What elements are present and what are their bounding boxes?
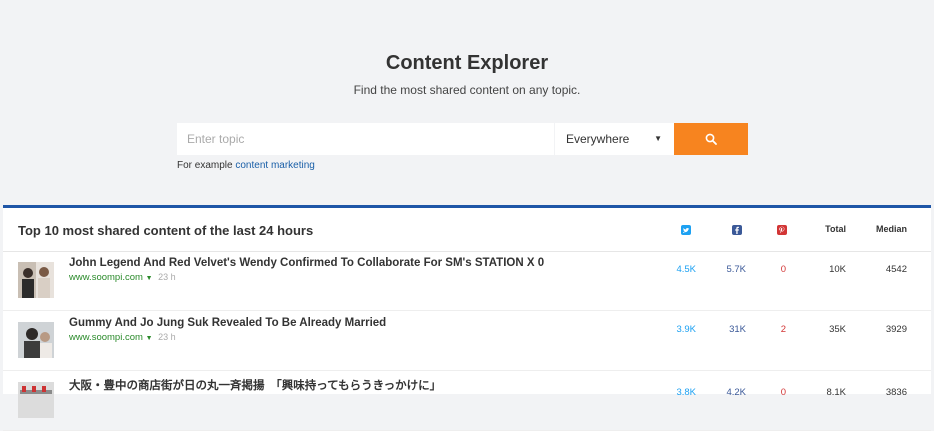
- facebook-shares[interactable]: 4.2K: [726, 387, 746, 398]
- total-shares: 8.1K: [826, 387, 846, 398]
- twitter-shares[interactable]: 4.5K: [676, 264, 696, 275]
- article-domain[interactable]: www.soompi.com: [69, 272, 143, 283]
- pinterest-shares[interactable]: 2: [781, 324, 786, 335]
- facebook-shares[interactable]: 31K: [729, 324, 746, 335]
- top-content-panel: Top 10 most shared content of the last 2…: [3, 205, 931, 431]
- facebook-shares[interactable]: 5.7K: [726, 264, 746, 275]
- article-meta: www.soompi.com ▼ 23 h: [69, 272, 176, 283]
- pinterest-shares[interactable]: 0: [781, 387, 786, 398]
- page-title: Content Explorer: [385, 52, 549, 74]
- total-shares: 35K: [829, 324, 846, 335]
- article-age: 23 h: [158, 272, 176, 282]
- article-thumbnail[interactable]: [18, 382, 54, 418]
- content-row: 大阪・豊中の商店街が日の丸一斉掲揚 「興味持ってもらうきっかけに」 3.8K 4…: [3, 371, 931, 431]
- caret-down-icon: ▼: [654, 134, 662, 143]
- pinterest-icon[interactable]: [777, 225, 787, 235]
- scope-select[interactable]: Everywhere ▼: [555, 123, 674, 155]
- panel-title: Top 10 most shared content of the last 2…: [18, 223, 314, 238]
- article-title[interactable]: Gummy And Jo Jung Suk Revealed To Be Alr…: [69, 317, 386, 329]
- panel-header: Top 10 most shared content of the last 2…: [3, 208, 931, 252]
- content-row: Gummy And Jo Jung Suk Revealed To Be Alr…: [3, 311, 931, 371]
- search-input[interactable]: [177, 123, 554, 155]
- caret-down-icon[interactable]: ▼: [146, 335, 153, 342]
- search-button[interactable]: [674, 123, 748, 155]
- search-bar: Everywhere ▼: [177, 123, 748, 155]
- median-shares: 3836: [885, 387, 907, 398]
- search-icon: [705, 133, 717, 145]
- article-thumbnail[interactable]: [18, 262, 54, 298]
- median-shares: 3929: [885, 324, 907, 335]
- twitter-icon[interactable]: [681, 225, 691, 235]
- page-subtitle: Find the most shared content on any topi…: [353, 83, 581, 97]
- article-domain[interactable]: www.soompi.com: [69, 332, 143, 343]
- column-total[interactable]: Total: [825, 224, 846, 234]
- scope-selected-value: Everywhere: [566, 132, 630, 146]
- hero-section: Content Explorer Find the most shared co…: [0, 0, 934, 205]
- article-age: 23 h: [158, 332, 176, 342]
- twitter-shares[interactable]: 3.8K: [676, 387, 696, 398]
- twitter-shares[interactable]: 3.9K: [676, 324, 696, 335]
- example-prefix: For example: [177, 160, 233, 171]
- content-row: John Legend And Red Velvet's Wendy Confi…: [3, 251, 931, 311]
- pinterest-shares[interactable]: 0: [781, 264, 786, 275]
- article-title[interactable]: John Legend And Red Velvet's Wendy Confi…: [69, 257, 544, 269]
- column-median[interactable]: Median: [876, 224, 907, 234]
- caret-down-icon[interactable]: ▼: [146, 275, 153, 282]
- median-shares: 4542: [885, 264, 907, 275]
- article-thumbnail[interactable]: [18, 322, 54, 358]
- total-shares: 10K: [829, 264, 846, 275]
- article-meta: www.soompi.com ▼ 23 h: [69, 332, 176, 343]
- search-example: For example content marketing: [177, 160, 315, 171]
- example-link[interactable]: content marketing: [235, 160, 315, 171]
- facebook-icon[interactable]: [732, 225, 742, 235]
